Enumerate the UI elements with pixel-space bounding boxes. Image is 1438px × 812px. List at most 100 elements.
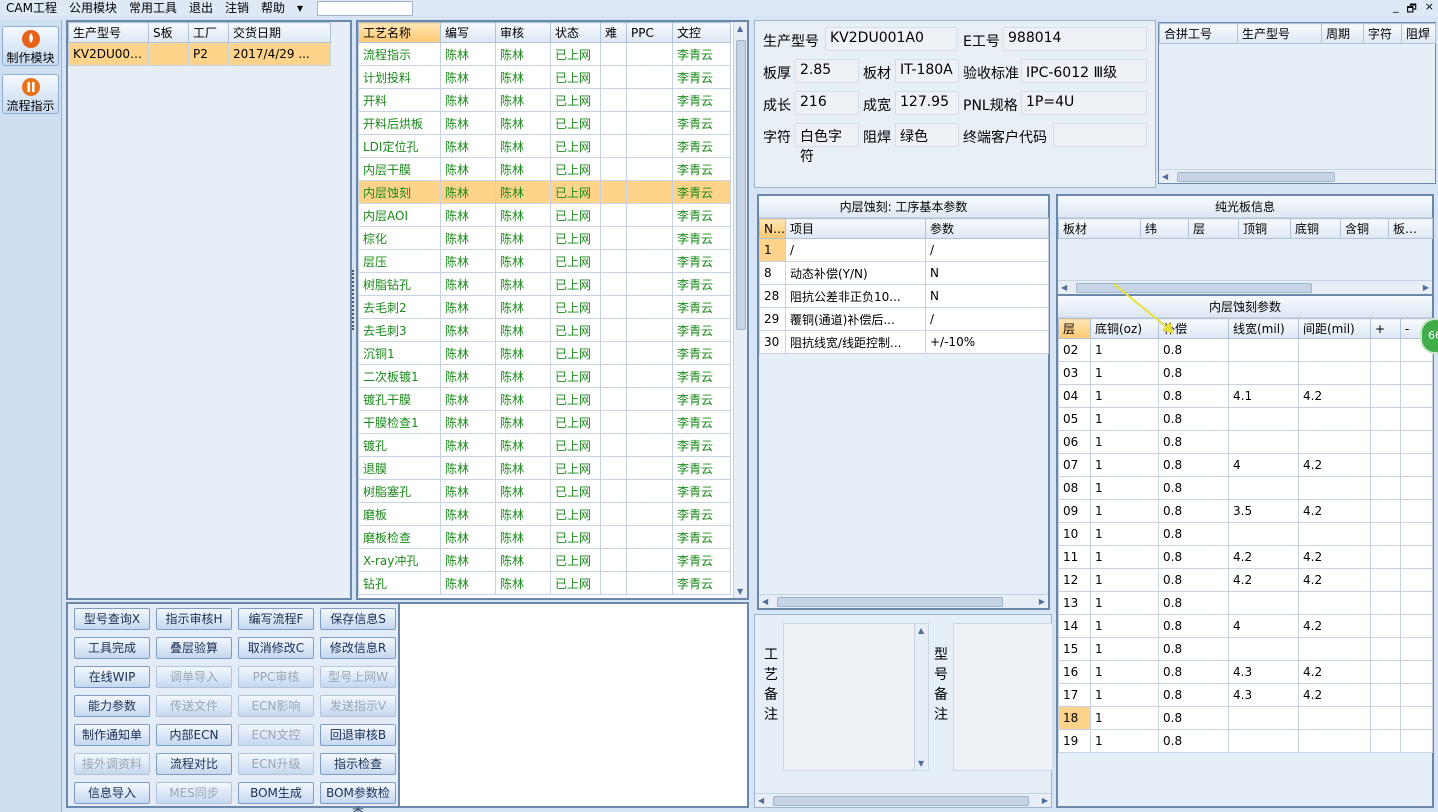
table-row[interactable]: 树脂塞孔 陈林 陈林 已上网 李青云 [358, 479, 731, 503]
table-row[interactable]: X-ray冲孔 陈林 陈林 已上网 李青云 [358, 548, 731, 572]
col-header[interactable]: 状态 [550, 22, 601, 43]
table-row[interactable]: 15 1 0.8 [1058, 637, 1433, 661]
table-row[interactable]: 06 1 0.8 [1058, 430, 1433, 454]
customer-field[interactable] [1053, 123, 1147, 147]
action-button[interactable]: 内部ECN [156, 724, 232, 746]
action-button[interactable]: 指示检查 [320, 753, 396, 775]
table-row[interactable]: 镀孔 陈林 陈林 已上网 李青云 [358, 433, 731, 457]
table-row[interactable]: 17 1 0.8 4.3 4.2 [1058, 683, 1433, 707]
table-row[interactable]: 树脂钻孔 陈林 陈林 已上网 李青云 [358, 272, 731, 296]
col-header[interactable]: S板 [148, 22, 189, 43]
col-header[interactable]: 层 [1058, 318, 1091, 339]
merge-hscroll[interactable]: ◀ [1159, 169, 1435, 183]
table-row[interactable]: 内层干膜 陈林 陈林 已上网 李青云 [358, 157, 731, 181]
col-header[interactable]: 间距(mil) [1298, 318, 1371, 339]
action-button[interactable]: BOM参数检查 [320, 782, 396, 812]
menu-logout[interactable]: 注销 [219, 0, 255, 16]
remark-scrollbar[interactable]: ▲ ▼ [914, 624, 928, 770]
table-row[interactable]: 棕化 陈林 陈林 已上网 李青云 [358, 226, 731, 250]
material-field[interactable]: IT-180A [895, 59, 959, 83]
action-button[interactable]: 叠层验算 [156, 637, 232, 659]
process-scrollbar[interactable]: ▲ ▼ [733, 22, 747, 598]
action-button[interactable]: 流程对比 [156, 753, 232, 775]
table-row[interactable]: 19 1 0.8 [1058, 729, 1433, 753]
action-button[interactable]: 保存信息S [320, 608, 396, 630]
col-header[interactable]: 线宽(mil) [1228, 318, 1299, 339]
table-row[interactable]: 钻孔 陈林 陈林 已上网 李青云 [358, 571, 731, 595]
scroll-thumb[interactable] [773, 796, 1029, 806]
table-row[interactable]: 18 1 0.8 [1058, 706, 1433, 730]
action-button[interactable]: 接外调资料 [74, 753, 150, 775]
thickness-field[interactable]: 2.85 [795, 59, 859, 83]
table-row[interactable]: 13 1 0.8 [1058, 591, 1433, 615]
basic-params-hscroll[interactable]: ◀ ▶ [759, 594, 1048, 608]
table-row[interactable]: 退膜 陈林 陈林 已上网 李青云 [358, 456, 731, 480]
menu-exit[interactable]: 退出 [183, 0, 219, 16]
table-row[interactable]: 1// [759, 238, 1049, 262]
e-no-field[interactable]: 988014 [1003, 27, 1147, 51]
col-header[interactable]: 工艺名称 [358, 22, 441, 43]
col-header[interactable]: 含铜 [1340, 218, 1389, 239]
table-row[interactable]: 11 1 0.8 4.2 4.2 [1058, 545, 1433, 569]
action-button[interactable]: 能力参数 [74, 695, 150, 717]
table-row[interactable]: 流程指示 陈林 陈林 已上网 李青云 [358, 42, 731, 66]
table-row[interactable]: 内层AOI 陈林 陈林 已上网 李青云 [358, 203, 731, 227]
action-button[interactable]: 信息导入 [74, 782, 150, 804]
action-button[interactable]: 型号查询X [74, 608, 150, 630]
col-header[interactable]: 审核 [495, 22, 551, 43]
length-field[interactable]: 216 [795, 91, 859, 115]
process-remark-input[interactable]: ▲ ▼ [783, 623, 929, 771]
table-row[interactable]: 内层蚀刻 陈林 陈林 已上网 李青云 [358, 180, 731, 204]
nav-process-guide-button[interactable]: 流程指示 [2, 74, 59, 114]
char-field[interactable]: 白色字符 [795, 123, 859, 165]
col-header[interactable]: 生产型号 [1237, 23, 1322, 44]
col-header[interactable]: 合拼工号 [1159, 23, 1238, 44]
table-row[interactable]: 二次板镀1 陈林 陈林 已上网 李青云 [358, 364, 731, 388]
table-row[interactable]: 05 1 0.8 [1058, 407, 1433, 431]
col-header[interactable]: 板材 [1058, 218, 1141, 239]
table-row[interactable]: 16 1 0.8 4.3 4.2 [1058, 660, 1433, 684]
col-header[interactable]: 参数 [925, 218, 1049, 239]
action-button[interactable]: 传送文件 [156, 695, 232, 717]
table-row[interactable]: 08 1 0.8 [1058, 476, 1433, 500]
restore-icon[interactable]: 🗗 [1406, 0, 1416, 19]
col-header[interactable]: 周期 [1321, 23, 1364, 44]
table-row[interactable]: 28 阻抗公差非正负10... N [759, 284, 1049, 308]
menu-public[interactable]: 公用模块 [63, 0, 123, 16]
floating-badge[interactable]: 66 [1420, 318, 1438, 354]
close-icon[interactable]: × [1425, 0, 1434, 19]
table-row[interactable]: 开料 陈林 陈林 已上网 李青云 [358, 88, 731, 112]
table-row[interactable]: 开料后烘板 陈林 陈林 已上网 李青云 [358, 111, 731, 135]
action-button[interactable]: PPC审核 [238, 666, 314, 688]
table-row[interactable]: 03 1 0.8 [1058, 361, 1433, 385]
chevron-down-icon[interactable]: ▾ [291, 0, 309, 16]
col-header[interactable]: 生产型号 [68, 22, 149, 43]
col-header[interactable]: + [1370, 318, 1401, 339]
col-header[interactable]: 文控 [672, 22, 731, 43]
col-header[interactable]: 交货日期 [228, 22, 331, 43]
table-row[interactable]: 30 阻抗线宽/线距控制... +/-10% [759, 330, 1049, 354]
width-field[interactable]: 127.95 [895, 91, 959, 115]
col-header[interactable]: 字符 [1363, 23, 1402, 44]
prod-model-field[interactable]: KV2DU001A0 [825, 27, 957, 51]
col-header[interactable]: 阻焊 [1401, 23, 1436, 44]
action-button[interactable]: ECN升级 [238, 753, 314, 775]
table-row[interactable]: 14 1 0.8 4 4.2 [1058, 614, 1433, 638]
col-header[interactable]: 纬 [1140, 218, 1189, 239]
action-button[interactable]: 取消修改C [238, 637, 314, 659]
table-row[interactable]: 8 动态补偿(Y/N) N [759, 261, 1049, 285]
action-button[interactable]: 指示审核H [156, 608, 232, 630]
table-row[interactable]: 02 1 0.8 [1058, 338, 1433, 362]
model-remark-input[interactable] [953, 623, 1053, 771]
col-header[interactable]: 工厂 [188, 22, 229, 43]
menu-help[interactable]: 帮助 [255, 0, 291, 16]
table-row[interactable]: 干膜检查1 陈林 陈林 已上网 李青云 [358, 410, 731, 434]
table-row[interactable]: KV2DU001A0 P2 2017/4/29 ... [68, 42, 331, 66]
table-row[interactable]: 29 覆铜(通道)补偿后... / [759, 307, 1049, 331]
action-button[interactable]: BOM生成 [238, 782, 314, 804]
col-header[interactable]: 层 [1188, 218, 1239, 239]
table-row[interactable]: 07 1 0.8 4 4.2 [1058, 453, 1433, 477]
scroll-thumb[interactable] [777, 597, 1003, 607]
mask-field[interactable]: 绿色 [895, 123, 959, 147]
action-button[interactable]: 调单导入 [156, 666, 232, 688]
